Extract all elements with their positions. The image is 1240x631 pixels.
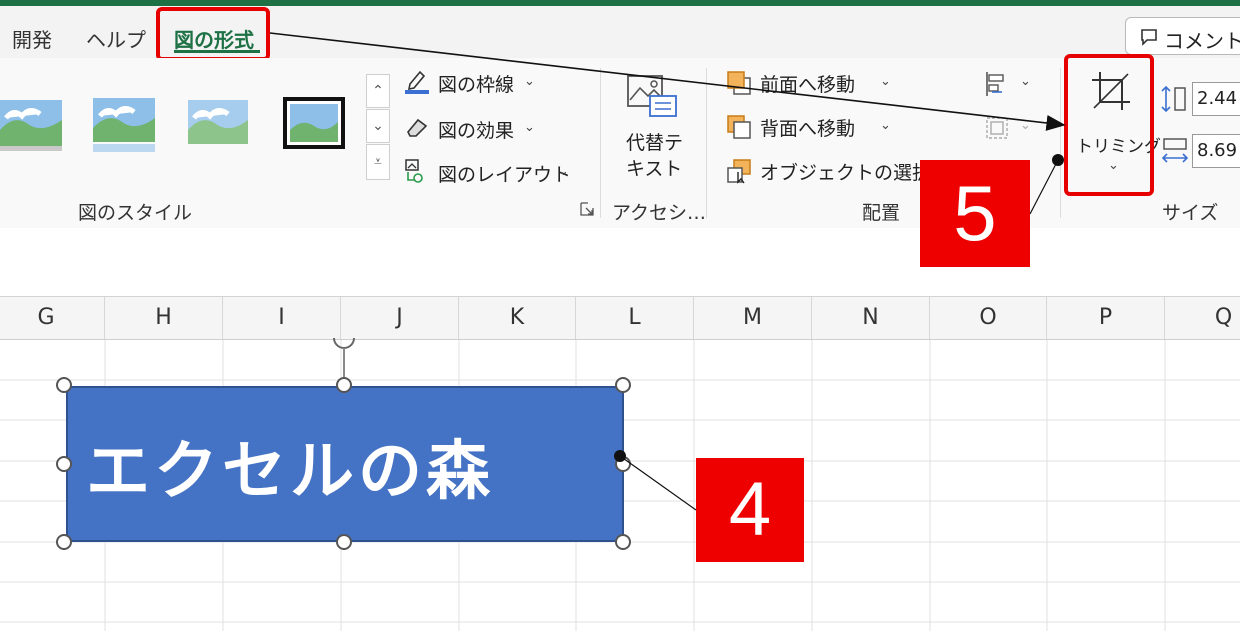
annotation-arrow [269, 32, 1066, 131]
leader-line [619, 455, 697, 511]
leader-line [1029, 159, 1059, 215]
annotation-overlay [269, 32, 1066, 511]
step-number-5: 5 [920, 160, 1030, 267]
step-number-4: 4 [696, 458, 804, 562]
